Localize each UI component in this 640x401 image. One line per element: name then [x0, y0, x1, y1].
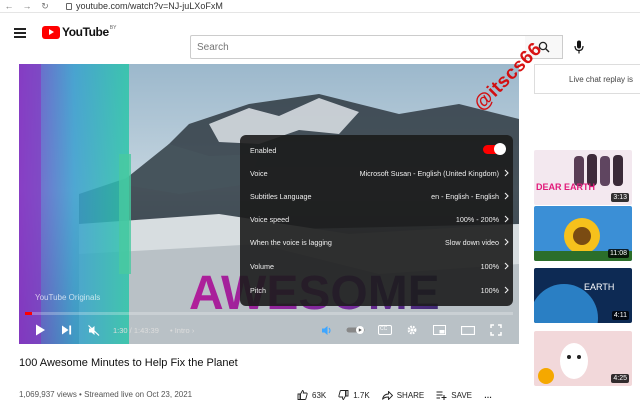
search-input[interactable] — [197, 41, 497, 53]
chevron-right-icon — [504, 192, 509, 200]
setting-label: When the voice is lagging — [250, 237, 332, 247]
live-chat-replay[interactable]: Live chat replay is — [534, 64, 640, 94]
setting-enabled[interactable]: Enabled — [240, 140, 513, 160]
live-chat-label: Live chat replay is — [569, 74, 634, 84]
chevron-right-icon — [504, 215, 509, 223]
video-meta: 1,069,937 views • Streamed live on Oct 2… — [19, 390, 193, 399]
next-icon[interactable] — [59, 323, 73, 337]
dislike-count: 1.7K — [353, 390, 370, 400]
setting-voice-speed[interactable]: Voice speed 100% - 200% — [240, 209, 513, 229]
cc-button[interactable]: CC — [377, 323, 393, 337]
progress-bar[interactable] — [25, 312, 513, 315]
fullscreen-icon[interactable] — [489, 323, 503, 337]
autoplay-toggle[interactable] — [345, 323, 367, 337]
microphone-icon[interactable] — [572, 40, 586, 54]
setting-voice[interactable]: Voice Microsoft Susan - English (United … — [240, 163, 513, 183]
thumbnail-title: EARTH — [584, 282, 614, 292]
setting-subtitles-language[interactable]: Subtitles Language en - English - Englis… — [240, 186, 513, 206]
thumbs-up-icon — [297, 390, 308, 400]
setting-label: Voice — [250, 168, 268, 178]
video-duration: 11:08 — [608, 249, 629, 258]
dislike-button[interactable]: 1.7K — [338, 390, 370, 400]
youtube-logo[interactable]: YouTube BY — [42, 25, 116, 39]
like-count: 63K — [312, 390, 327, 400]
more-actions-icon[interactable]: … — [484, 391, 492, 400]
voice-settings-panel: Enabled Voice Microsoft Susan - English … — [240, 135, 513, 306]
mute-icon[interactable] — [87, 323, 101, 337]
setting-value: Microsoft Susan - English (United Kingdo… — [359, 168, 499, 178]
playlist-add-icon — [436, 391, 447, 400]
setting-label: Enabled — [250, 145, 277, 155]
time-display: 1:30 / 1:43:39 — [113, 326, 159, 335]
channel-watermark: YouTube Originals — [35, 293, 100, 302]
lock-icon — [66, 2, 72, 10]
recommended-video-thumbnail[interactable]: EARTH 4:11 — [534, 268, 632, 323]
play-icon[interactable] — [33, 323, 47, 337]
setting-label: Pitch — [250, 285, 266, 295]
save-button[interactable]: SAVE — [436, 391, 472, 400]
speaker-icon[interactable] — [320, 323, 334, 337]
thumbnail-title: DEAR EARTH — [536, 182, 595, 192]
setting-value: Slow down video — [445, 237, 499, 247]
setting-label: Voice speed — [250, 214, 290, 224]
share-icon — [381, 390, 393, 400]
setting-voice-lagging[interactable]: When the voice is lagging Slow down vide… — [240, 232, 513, 252]
share-button[interactable]: SHARE — [381, 390, 425, 400]
setting-pitch[interactable]: Pitch 100% — [240, 280, 513, 300]
logo-region: BY — [109, 25, 117, 31]
chevron-right-icon — [504, 238, 509, 246]
save-label: SAVE — [451, 390, 473, 400]
thumbs-down-icon — [338, 390, 349, 400]
recommended-video-thumbnail[interactable]: 4:25 — [534, 331, 632, 386]
video-duration: 4:11 — [611, 311, 629, 320]
forward-icon[interactable]: → — [18, 1, 36, 11]
chevron-right-icon — [504, 262, 509, 270]
address-bar[interactable]: youtube.com/watch?v=NJ-juLXoFxM — [66, 1, 223, 11]
settings-gear-icon[interactable] — [405, 323, 419, 337]
miniplayer-icon[interactable] — [432, 323, 446, 337]
chevron-right-icon — [504, 169, 509, 177]
youtube-play-icon — [42, 25, 60, 39]
theater-mode-icon[interactable] — [460, 323, 476, 337]
setting-value: en - English - English — [431, 191, 499, 201]
back-icon[interactable]: ← — [0, 1, 18, 11]
cc-label: CC — [380, 326, 388, 332]
share-label: SHARE — [396, 390, 425, 400]
setting-label: Subtitles Language — [250, 191, 312, 201]
setting-volume[interactable]: Volume 100% — [240, 256, 513, 276]
url-text: youtube.com/watch?v=NJ-juLXoFxM — [76, 1, 223, 11]
recommended-video-thumbnail[interactable]: DEAR EARTH 3:13 — [534, 150, 632, 205]
video-duration: 3:13 — [611, 193, 629, 202]
chapter-button[interactable]: • Intro › — [170, 326, 194, 335]
reload-icon[interactable]: ↻ — [36, 1, 54, 12]
logo-text: YouTube — [62, 25, 109, 39]
video-duration: 4:25 — [611, 374, 629, 383]
setting-label: Volume — [250, 261, 274, 271]
player-controls: 1:30 / 1:43:39 • Intro › CC — [19, 316, 519, 344]
hamburger-menu-icon[interactable] — [14, 28, 26, 38]
search-box[interactable] — [190, 35, 526, 59]
masthead: YouTube BY — [0, 14, 640, 59]
browser-toolbar: ← → ↻ youtube.com/watch?v=NJ-juLXoFxM — [0, 0, 640, 13]
video-title: 100 Awesome Minutes to Help Fix the Plan… — [19, 357, 238, 369]
video-player[interactable]: AWESOME YouTube Originals Enabled Voice … — [19, 64, 519, 344]
progress-fill — [25, 312, 33, 315]
setting-value: 100% — [480, 261, 499, 271]
setting-value: 100% — [480, 285, 499, 295]
chevron-right-icon — [504, 286, 509, 294]
like-button[interactable]: 63K — [297, 390, 326, 400]
video-actions: 63K 1.7K SHARE SAVE … — [297, 389, 492, 401]
enabled-toggle[interactable] — [483, 143, 506, 155]
setting-value: 100% - 200% — [455, 214, 499, 224]
chapter-title: Intro — [174, 326, 190, 335]
recommended-video-thumbnail[interactable]: 11:08 — [534, 206, 632, 261]
